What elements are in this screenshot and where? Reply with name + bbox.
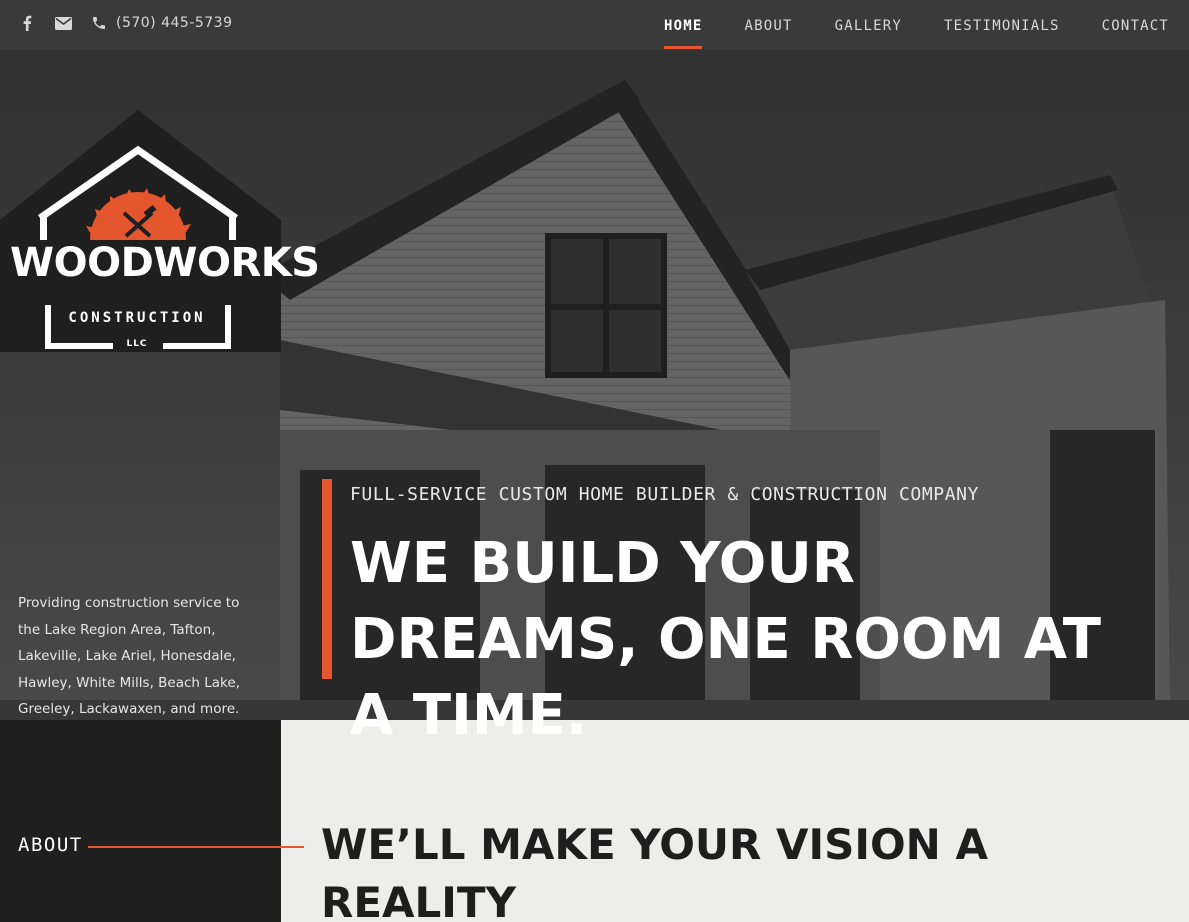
nav-contact[interactable]: CONTACT: [1102, 0, 1169, 50]
section-title: WE’LL MAKE YOUR VISION A REALITY: [321, 820, 988, 922]
hero-accent-bar: [322, 479, 332, 679]
logo-subtitle: CONSTRUCTION: [68, 310, 206, 326]
phone-number[interactable]: (570) 445-5739: [116, 15, 233, 31]
nav-gallery[interactable]: GALLERY: [835, 0, 902, 50]
about-divider-line: [88, 846, 304, 848]
email-icon[interactable]: [54, 14, 72, 32]
about-section-label: ABOUT: [18, 834, 83, 856]
hero-tagline: FULL-SERVICE CUSTOM HOME BUILDER & CONST…: [350, 484, 980, 505]
logo-suffix: LLC: [126, 339, 148, 349]
top-bar: (570) 445-5739 HOME ABOUT GALLERY TESTIM…: [0, 0, 1189, 50]
main-nav: HOME ABOUT GALLERY TESTIMONIALS CONTACT: [663, 0, 1169, 50]
logo-name: WOODWORKS: [10, 240, 320, 286]
logo-text: WOODWORKS CONSTRUCTION LLC: [0, 50, 320, 352]
nav-testimonials[interactable]: TESTIMONIALS: [944, 0, 1060, 50]
hero-headline: WE BUILD YOUR DREAMS, ONE ROOM AT A TIME…: [350, 531, 1101, 748]
service-area-text: Providing construction service to the La…: [18, 595, 240, 717]
phone-icon[interactable]: [90, 14, 108, 32]
sidebar: WOODWORKS CONSTRUCTION LLC Providing con…: [0, 50, 320, 922]
nav-home[interactable]: HOME: [663, 0, 703, 50]
nav-about[interactable]: ABOUT: [744, 0, 792, 50]
facebook-icon[interactable]: [18, 14, 36, 32]
social-links: (570) 445-5739: [18, 14, 233, 32]
